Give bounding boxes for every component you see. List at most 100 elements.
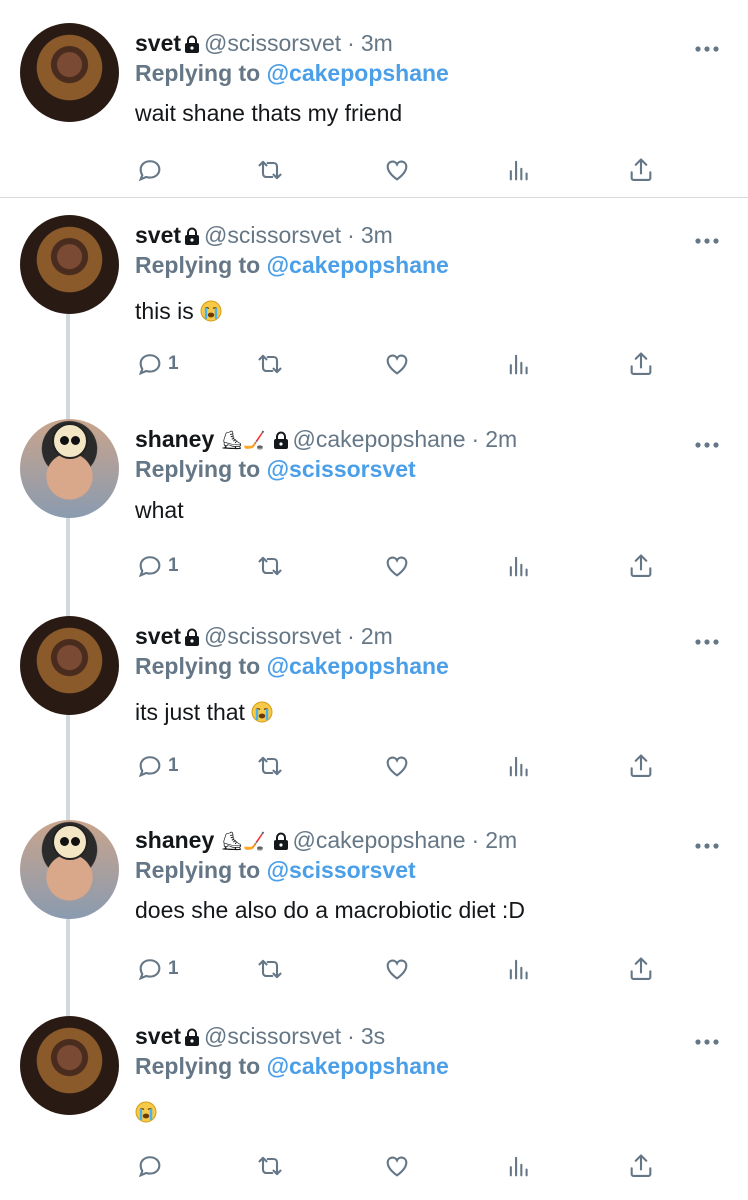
mention-link[interactable]: @cakepopshane [267, 653, 449, 679]
avatar[interactable] [20, 419, 119, 518]
retweet-button[interactable] [256, 154, 284, 186]
like-button[interactable] [383, 1150, 411, 1182]
retweet-icon [256, 350, 284, 378]
reply-count: 1 [168, 755, 179, 776]
timestamp[interactable]: 2m [485, 827, 517, 853]
reply-icon [136, 955, 164, 983]
share-button[interactable] [627, 1150, 655, 1182]
retweet-button[interactable] [256, 750, 284, 782]
reply-count: 1 [168, 353, 179, 374]
retweet-icon [256, 1152, 284, 1180]
share-button[interactable] [627, 154, 655, 186]
avatar[interactable] [20, 1016, 119, 1115]
like-button[interactable] [383, 750, 411, 782]
timestamp[interactable]: 2m [485, 426, 517, 452]
avatar[interactable] [20, 215, 119, 314]
reply-button[interactable] [136, 1150, 164, 1182]
reply-button[interactable]: 1 [136, 348, 179, 380]
more-icon[interactable] [694, 233, 720, 244]
more-icon[interactable] [694, 838, 720, 849]
lock-icon [184, 1024, 200, 1046]
reply-count: 1 [168, 958, 179, 979]
display-name[interactable]: shaney [135, 827, 214, 853]
retweet-button[interactable] [256, 953, 284, 985]
reply-button[interactable]: 1 [136, 953, 179, 985]
analytics-button[interactable] [505, 1150, 533, 1182]
timestamp[interactable]: 3m [361, 30, 393, 56]
tweet-actions: 1 [0, 750, 748, 782]
reply-button[interactable]: 1 [136, 750, 179, 782]
reply-button[interactable] [136, 154, 164, 186]
mention-link[interactable]: @scissorsvet [267, 857, 416, 883]
like-button[interactable] [383, 154, 411, 186]
retweet-icon [256, 156, 284, 184]
timestamp[interactable]: 2m [361, 623, 393, 649]
mention-link[interactable]: @cakepopshane [267, 252, 449, 278]
handle[interactable]: @scissorsvet [204, 623, 341, 649]
tweet-actions [0, 154, 748, 186]
share-button[interactable] [627, 953, 655, 985]
display-name[interactable]: svet [135, 1023, 181, 1049]
reply-icon [136, 350, 164, 378]
retweet-button[interactable] [256, 550, 284, 582]
handle[interactable]: @scissorsvet [204, 222, 341, 248]
reply-icon [136, 156, 164, 184]
like-button[interactable] [383, 550, 411, 582]
replying-to-label: Replying to [135, 653, 261, 679]
share-button[interactable] [627, 750, 655, 782]
tweet-header: svet @scissorsvet · 2m [135, 622, 393, 650]
separator-dot: · [471, 426, 480, 452]
more-icon[interactable] [694, 437, 720, 448]
reply-button[interactable]: 1 [136, 550, 179, 582]
share-icon [627, 752, 655, 780]
tweet-text: wait shane thats my friend [135, 99, 402, 127]
sticker-icon [52, 824, 88, 860]
avatar[interactable] [20, 616, 119, 715]
separator-dot: · [347, 623, 355, 649]
share-icon [627, 955, 655, 983]
analytics-button[interactable] [505, 348, 533, 380]
analytics-button[interactable] [505, 550, 533, 582]
share-button[interactable] [627, 348, 655, 380]
lock-icon [273, 427, 289, 449]
mention-link[interactable]: @cakepopshane [267, 1053, 449, 1079]
mention-link[interactable]: @cakepopshane [267, 60, 449, 86]
share-button[interactable] [627, 550, 655, 582]
reply-count: 1 [168, 555, 179, 576]
analytics-button[interactable] [505, 154, 533, 186]
more-icon[interactable] [694, 41, 720, 52]
retweet-button[interactable] [256, 348, 284, 380]
tweet-actions: 1 [0, 550, 748, 582]
tweet-text [135, 1098, 157, 1126]
share-icon [627, 1152, 655, 1180]
handle[interactable]: @scissorsvet [204, 1023, 341, 1049]
display-name[interactable]: shaney [135, 426, 214, 452]
retweet-button[interactable] [256, 1150, 284, 1182]
reply-icon [136, 752, 164, 780]
separator-dot: · [347, 30, 355, 56]
analytics-button[interactable] [505, 953, 533, 985]
display-name[interactable]: svet [135, 623, 181, 649]
display-name[interactable]: svet [135, 222, 181, 248]
timestamp[interactable]: 3s [361, 1023, 385, 1049]
handle[interactable]: @cakepopshane [293, 827, 466, 853]
replying-to-label: Replying to [135, 456, 261, 482]
like-button[interactable] [383, 953, 411, 985]
mention-link[interactable]: @scissorsvet [267, 456, 416, 482]
analytics-icon [505, 552, 533, 580]
sticker-icon [52, 423, 88, 459]
handle[interactable]: @cakepopshane [293, 426, 466, 452]
avatar[interactable] [20, 820, 119, 919]
more-icon[interactable] [694, 1034, 720, 1045]
replying-to: Replying to @scissorsvet [135, 856, 416, 884]
replying-to: Replying to @cakepopshane [135, 251, 449, 279]
timestamp[interactable]: 3m [361, 222, 393, 248]
tweet-header: shaney ⛸🏒 @cakepopshane · 2m [135, 826, 517, 855]
display-name[interactable]: svet [135, 30, 181, 56]
more-icon[interactable] [694, 634, 720, 645]
analytics-button[interactable] [505, 750, 533, 782]
handle[interactable]: @scissorsvet [204, 30, 341, 56]
like-button[interactable] [383, 348, 411, 380]
tweet-header: svet @scissorsvet · 3m [135, 221, 393, 249]
avatar[interactable] [20, 23, 119, 122]
